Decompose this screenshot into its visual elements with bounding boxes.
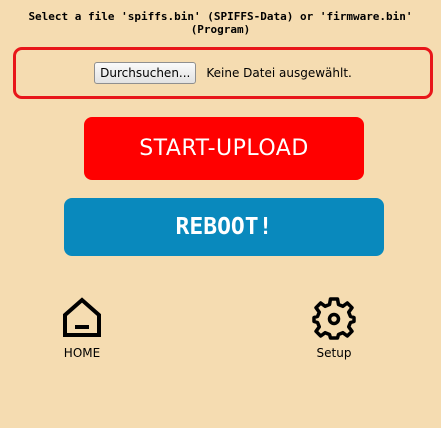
- file-status-text: Keine Datei ausgewählt.: [206, 66, 352, 80]
- instruction-line-2: (Program): [190, 23, 251, 36]
- home-label: HOME: [63, 346, 101, 360]
- home-icon: [63, 297, 101, 337]
- file-picker-box: Durchsuchen... Keine Datei ausgewählt.: [13, 47, 433, 99]
- home-nav-link[interactable]: HOME: [42, 296, 122, 360]
- setup-nav-link[interactable]: Setup: [294, 296, 374, 360]
- instruction-line-1: Select a file 'spiffs.bin' (SPIFFS-Data)…: [28, 10, 413, 23]
- upload-instruction: Select a file 'spiffs.bin' (SPIFFS-Data)…: [0, 10, 441, 36]
- gear-icon: [312, 297, 356, 340]
- reboot-button[interactable]: REBOOT!: [64, 198, 384, 256]
- start-upload-button[interactable]: START-UPLOAD: [84, 117, 364, 180]
- browse-button[interactable]: Durchsuchen...: [94, 62, 197, 84]
- setup-label: Setup: [316, 346, 352, 360]
